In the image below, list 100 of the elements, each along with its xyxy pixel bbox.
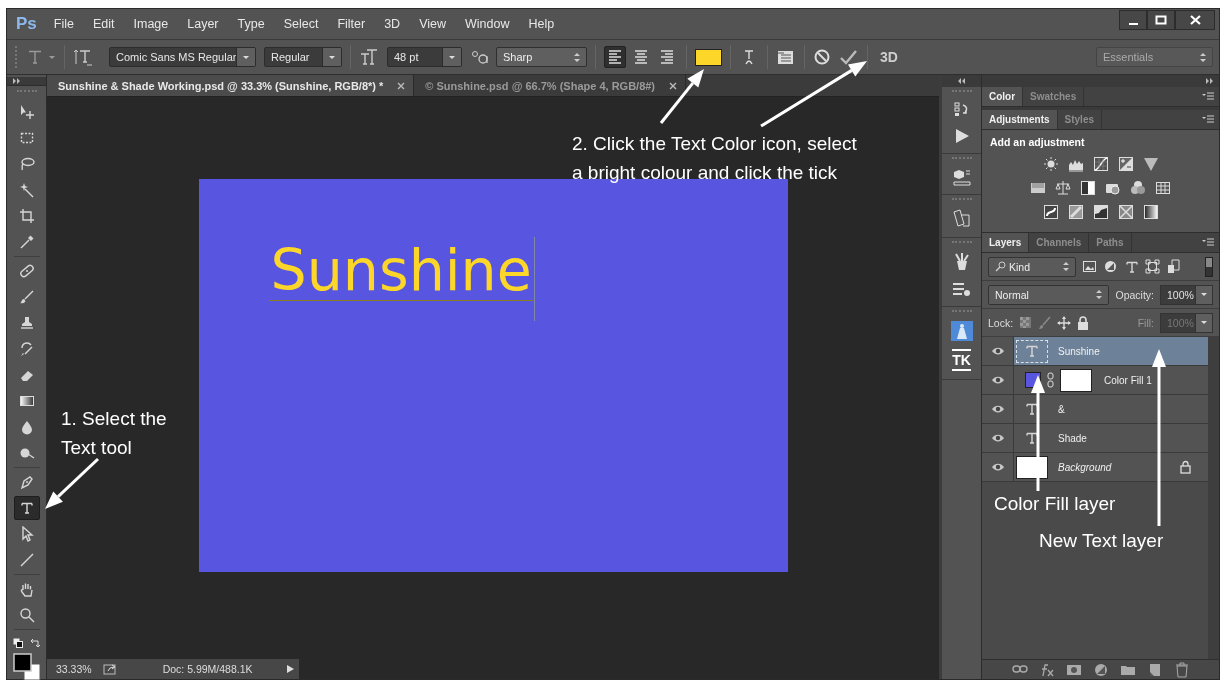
menu-item[interactable]: Image	[133, 15, 169, 33]
caret-icon[interactable]	[48, 54, 56, 60]
panel-tab[interactable]: Adjustments	[982, 110, 1058, 129]
grip-handle[interactable]	[951, 310, 972, 313]
collapse-icon[interactable]	[957, 77, 966, 85]
opacity-label: Opacity:	[1115, 288, 1154, 301]
adjustment-filter-icon[interactable]	[1103, 259, 1118, 274]
layer-row[interactable]: Shade	[982, 424, 1208, 453]
marquee-icon	[18, 130, 35, 146]
gradient-square-icon[interactable]	[1142, 204, 1159, 220]
layer-row[interactable]: Sunshine	[982, 337, 1208, 366]
font-family-dropdown[interactable]: Comic Sans MS Regular	[109, 47, 256, 67]
grid-icon[interactable]	[1155, 180, 1171, 196]
minimize-button[interactable]	[1119, 10, 1147, 30]
menu-item[interactable]: View	[419, 15, 447, 33]
grip-handle[interactable]	[951, 157, 972, 160]
dock-label[interactable]: TK	[952, 349, 971, 371]
panel-tab[interactable]: Color	[982, 87, 1024, 106]
play-icon[interactable]	[286, 664, 295, 674]
type-tool-button[interactable]	[13, 496, 40, 520]
color-bars-icon[interactable]	[1030, 180, 1046, 196]
annotation: 2. Click the Text Color icon, select a bright colour and click the tick	[572, 132, 858, 185]
panel-tab[interactable]: Layers	[982, 233, 1030, 252]
menu-item[interactable]: Help	[528, 15, 555, 33]
layer-row[interactable]: Background	[982, 453, 1208, 482]
menu-item[interactable]: Type	[237, 15, 265, 33]
color-swatches-drawing[interactable]	[12, 653, 41, 680]
cross-square-icon[interactable]	[1117, 204, 1134, 220]
grip-handle[interactable]	[951, 90, 972, 93]
blend-mode-dropdown[interactable]: Normal	[988, 284, 1110, 305]
half-square-icon[interactable]	[1080, 180, 1096, 196]
triangle-icon[interactable]	[1142, 156, 1159, 172]
diagonal-icon[interactable]	[1067, 204, 1084, 220]
swap-colors-icon[interactable]	[29, 638, 41, 649]
threshold-icon[interactable]	[1092, 204, 1109, 220]
close-button[interactable]	[1175, 10, 1215, 30]
maximize-button[interactable]	[1147, 10, 1175, 30]
image-filter-icon[interactable]	[1082, 259, 1097, 274]
type-tool-icon[interactable]	[26, 48, 44, 66]
opacity-field[interactable]: 100%	[1160, 284, 1213, 305]
text-lines-icon	[634, 49, 648, 65]
text-orientation-icon[interactable]	[73, 48, 93, 66]
align-left-button[interactable]	[604, 46, 626, 68]
search-icon	[995, 261, 1006, 272]
smart-object-filter-icon[interactable]	[1166, 259, 1181, 274]
type-filter-icon[interactable]	[1124, 259, 1139, 274]
lock-icon[interactable]	[1077, 315, 1090, 330]
lock-label: Lock:	[988, 316, 1014, 329]
sun-icon[interactable]	[1042, 156, 1059, 172]
maximize-icon	[1155, 15, 1167, 25]
grip-handle[interactable]	[951, 241, 972, 244]
layer-row[interactable]: &	[982, 395, 1208, 424]
anti-alias-dropdown[interactable]: Sharp	[496, 47, 587, 67]
curves-icon[interactable]	[1092, 156, 1109, 172]
menu-item[interactable]: Edit	[92, 15, 115, 33]
grip-handle[interactable]	[15, 46, 18, 68]
default-colors-icon[interactable]	[12, 638, 24, 649]
collapse-icon[interactable]	[12, 77, 21, 85]
close-icon[interactable]	[669, 81, 678, 90]
circles-icon[interactable]	[1130, 180, 1146, 196]
panels-icon[interactable]	[776, 48, 796, 66]
menu-item[interactable]: Select	[283, 15, 319, 33]
zoom-level: 33.33%	[56, 663, 92, 675]
3d-mode-button[interactable]: 3D	[880, 49, 898, 65]
commit-check-icon[interactable]	[839, 48, 859, 66]
menu-item[interactable]: Layer	[187, 15, 219, 33]
invert-icon[interactable]	[1042, 204, 1059, 220]
filter-dropdown[interactable]: Kind	[988, 256, 1076, 277]
brush-settings-icon[interactable]	[951, 280, 972, 298]
spinner-icon	[572, 51, 582, 63]
menu-item[interactable]: Window	[465, 15, 510, 33]
document-tab[interactable]: Sunshine & Shade Working.psd @ 33.3% (Sunshine, RGB/8*) *	[47, 75, 415, 96]
figure-icon[interactable]	[950, 321, 973, 341]
text-color-swatch[interactable]	[695, 48, 722, 66]
font-style-dropdown[interactable]: Regular	[264, 47, 342, 67]
layer-row[interactable]: Color Fill 1	[982, 366, 1208, 395]
menu-item[interactable]: 3D	[384, 15, 401, 33]
caret-icon	[1199, 318, 1209, 327]
canvas-text: Sunshine	[268, 239, 534, 301]
cube-icon[interactable]	[951, 168, 972, 186]
trash-icon[interactable]	[1173, 661, 1190, 678]
transform-icon[interactable]	[951, 209, 972, 229]
move-arrows-icon[interactable]	[1057, 315, 1072, 330]
menu-item[interactable]: File	[53, 15, 74, 33]
layer-name: &	[1058, 403, 1065, 415]
checkerboard-icon[interactable]	[1019, 316, 1033, 329]
filter-toggle[interactable]	[1205, 256, 1213, 277]
grip-handle[interactable]	[951, 198, 972, 201]
document-tab[interactable]: © Sunshine.psd @ 66.7% (Shape 4, RGB/8#)	[414, 75, 687, 96]
menu-item[interactable]: Filter	[337, 15, 366, 33]
scales-icon[interactable]	[1055, 180, 1071, 196]
cancel-icon[interactable]	[813, 48, 831, 66]
adjustment-layer-icon[interactable]	[1092, 661, 1109, 678]
shape-filter-icon[interactable]	[1145, 259, 1160, 274]
grip-handle[interactable]	[16, 90, 37, 92]
exposure-icon[interactable]	[1117, 156, 1134, 172]
collapse-icon[interactable]	[1205, 77, 1214, 85]
share-icon[interactable]	[102, 662, 117, 676]
font-size-dropdown[interactable]: 48 pt	[387, 47, 462, 67]
close-icon[interactable]	[397, 81, 406, 90]
